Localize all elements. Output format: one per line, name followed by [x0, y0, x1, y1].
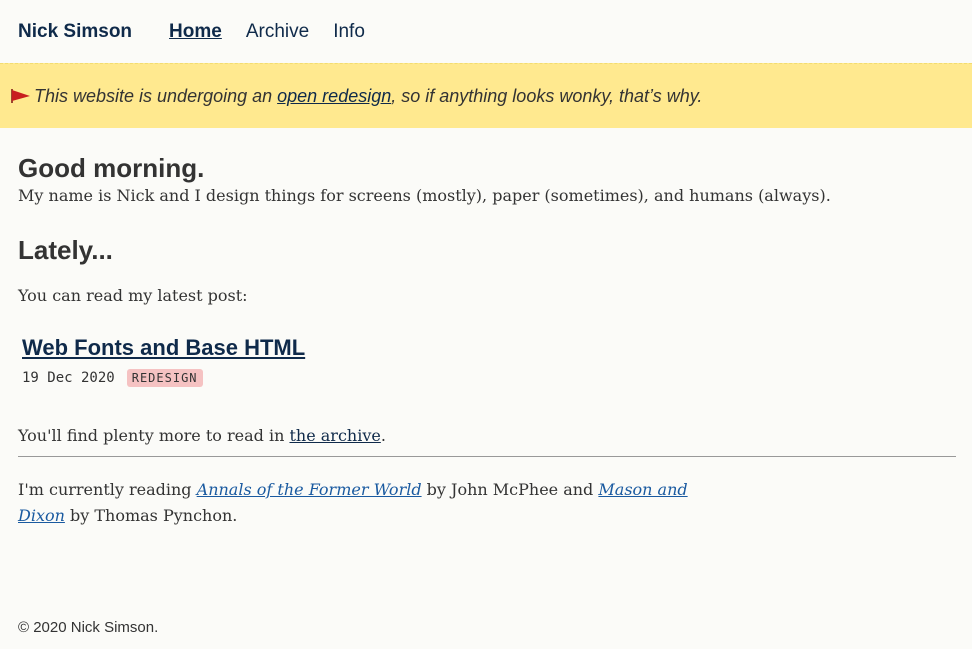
post-tag-badge[interactable]: REDESIGN [126, 369, 203, 387]
archive-sentence-after: . [380, 426, 386, 445]
post-title-link[interactable]: Web Fonts and Base HTML [22, 335, 305, 360]
site-footer: © 2020 Nick Simson. [18, 619, 159, 636]
archive-sentence-before: You'll find plenty more to read in [18, 426, 290, 445]
nav-archive[interactable]: Archive [246, 21, 309, 43]
banner-text: This website is undergoing an open redes… [34, 86, 702, 107]
flag-icon [11, 89, 30, 103]
lately-heading: Lately... [18, 235, 113, 265]
site-header: Nick Simson Home Archive Info [0, 0, 972, 63]
divider [18, 456, 956, 457]
reading-mid: by John McPhee and [421, 480, 599, 499]
redesign-banner: This website is undergoing an open redes… [0, 63, 972, 128]
currently-reading: I'm currently reading Annals of the Form… [18, 477, 718, 529]
intro-text: My name is Nick and I design things for … [18, 186, 831, 205]
archive-sentence: You'll find plenty more to read in the a… [18, 425, 954, 447]
post-date: 19 Dec 2020 [22, 370, 115, 386]
latest-post-label: You can read my latest post: [18, 286, 248, 305]
nav-info[interactable]: Info [333, 21, 365, 43]
greeting-heading: Good morning. [18, 153, 205, 183]
nav-home[interactable]: Home [169, 21, 222, 43]
banner-text-before: This website is undergoing an [34, 85, 278, 106]
main-nav: Home Archive Info [169, 21, 389, 43]
post-meta: 19 Dec 2020 REDESIGN [22, 369, 954, 387]
archive-link[interactable]: the archive [289, 426, 380, 445]
latest-post: Web Fonts and Base HTML 19 Dec 2020 REDE… [22, 335, 954, 387]
reading-after: by Thomas Pynchon. [64, 506, 238, 525]
site-title-link[interactable]: Nick Simson [18, 21, 132, 43]
banner-text-after: , so if anything looks wonky, that’s why… [391, 85, 703, 106]
book-link-annals[interactable]: Annals of the Former World [197, 480, 422, 499]
main-content: Good morning. My name is Nick and I desi… [0, 153, 972, 529]
reading-before: I'm currently reading [18, 480, 197, 499]
open-redesign-link[interactable]: open redesign [277, 86, 391, 106]
